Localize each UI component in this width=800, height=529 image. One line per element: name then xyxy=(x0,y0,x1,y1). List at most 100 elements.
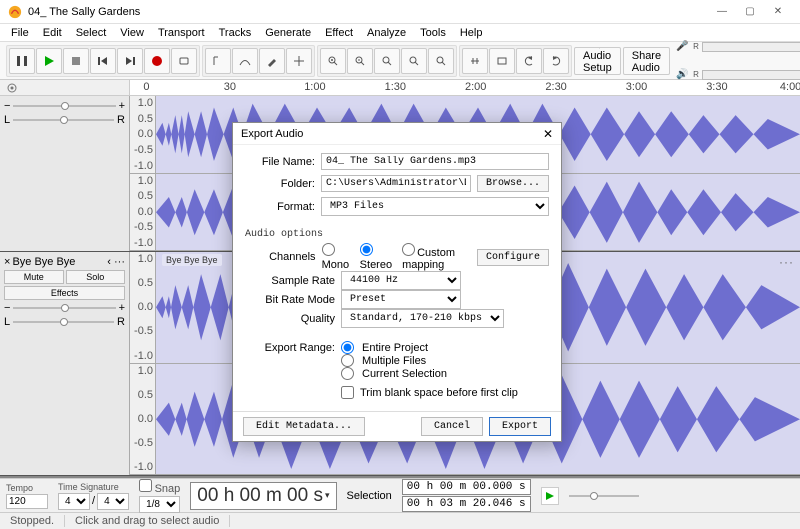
app-logo-icon xyxy=(8,5,22,19)
gain-slider-2[interactable] xyxy=(13,307,115,309)
selection-tool[interactable] xyxy=(205,48,231,74)
timeline-gutter xyxy=(0,80,130,95)
trim-button[interactable] xyxy=(462,48,488,74)
gain-minus: − xyxy=(4,100,10,112)
toolbar: Audio Setup Share Audio 🎤 R ↻ 🔊 R ↻ xyxy=(0,42,800,80)
transport-group xyxy=(6,45,200,77)
track-1: − + L R 1.00.50.0-0.5-1.0 1.00.50.0-0.5-1.… xyxy=(0,96,800,252)
envelope-tool[interactable] xyxy=(232,48,258,74)
zoom-toggle-button[interactable] xyxy=(428,48,454,74)
track-2: × Bye Bye Bye ‹ ··· Mute Solo Effects −+… xyxy=(0,252,800,476)
scale-2l: 1.00.50.0-0.5-1.0 xyxy=(130,252,156,363)
menu-file[interactable]: File xyxy=(4,25,36,41)
effects-button[interactable]: Effects xyxy=(4,286,125,300)
play-at-speed-button[interactable] xyxy=(541,487,559,505)
snap-label: Snap xyxy=(155,483,181,495)
selection-label: Selection xyxy=(347,490,392,502)
menu-edit[interactable]: Edit xyxy=(36,25,69,41)
scale-1r: 1.00.50.0-0.5-1.0 xyxy=(130,174,156,251)
pan-left: L xyxy=(4,114,10,126)
titlebar: 04_ The Sally Gardens — ▢ ✕ xyxy=(0,0,800,24)
minimize-button[interactable]: — xyxy=(708,6,736,17)
skip-start-button[interactable] xyxy=(90,48,116,74)
main-timecode[interactable]: 00 h 00 m 00 s▾ xyxy=(190,482,336,510)
bottom-bar: Tempo Time Signature 4 / 4 Snap 1/8 00 h… xyxy=(0,478,800,512)
playback-meter[interactable] xyxy=(702,70,800,80)
tools-group xyxy=(202,45,315,77)
timesig-label: Time Signature xyxy=(58,482,129,492)
skip-end-button[interactable] xyxy=(117,48,143,74)
selection-start[interactable]: 00 h 00 m 00.000 s xyxy=(402,479,531,495)
mic-icon: 🎤 xyxy=(676,41,690,52)
silence-button[interactable] xyxy=(489,48,515,74)
fit-selection-button[interactable] xyxy=(374,48,400,74)
clip-name[interactable]: Bye Bye Bye xyxy=(162,254,222,266)
menu-effect[interactable]: Effect xyxy=(318,25,360,41)
pan-slider-1[interactable] xyxy=(13,119,114,121)
tracks-area: − + L R 1.00.50.0-0.5-1.0 1.00.50.0-0.5-1.… xyxy=(0,96,800,478)
gain-slider-1[interactable] xyxy=(13,105,115,107)
loop-button[interactable] xyxy=(171,48,197,74)
play-button[interactable] xyxy=(36,48,62,74)
gear-icon[interactable] xyxy=(6,82,18,94)
pause-button[interactable] xyxy=(9,48,35,74)
mute-button[interactable]: Mute xyxy=(4,270,64,284)
track-2-title: Bye Bye Bye xyxy=(12,256,75,268)
selection-end[interactable]: 00 h 03 m 20.046 s xyxy=(402,496,531,512)
solo-button[interactable]: Solo xyxy=(66,270,126,284)
scale-1l: 1.00.50.0-0.5-1.0 xyxy=(130,96,156,173)
share-icon xyxy=(639,48,653,49)
snap-checkbox[interactable] xyxy=(139,479,152,492)
maximize-button[interactable]: ▢ xyxy=(736,6,764,17)
clip-menu-icon[interactable]: ··· xyxy=(779,255,794,269)
track-1-head: − + L R xyxy=(0,96,130,251)
menu-analyze[interactable]: Analyze xyxy=(360,25,413,41)
status-stopped: Stopped. xyxy=(0,515,65,527)
status-hint: Click and drag to select audio xyxy=(65,515,230,527)
ruler[interactable]: 0 30 1:00 1:30 2:00 2:30 3:00 3:30 4:00 xyxy=(130,80,800,95)
tempo-label: Tempo xyxy=(6,483,48,493)
menu-transport[interactable]: Transport xyxy=(151,25,212,41)
tempo-input[interactable] xyxy=(6,494,48,509)
track-1-wave[interactable]: 1.00.50.0-0.5-1.0 1.00.50.0-0.5-1.0 xyxy=(130,96,800,251)
timesig-den[interactable]: 4 xyxy=(97,493,129,510)
zoom-out-button[interactable] xyxy=(347,48,373,74)
menu-help[interactable]: Help xyxy=(453,25,490,41)
zoom-in-button[interactable] xyxy=(320,48,346,74)
fit-project-button[interactable] xyxy=(401,48,427,74)
track-close-icon[interactable]: × xyxy=(4,256,10,268)
audio-setup-button[interactable]: Audio Setup xyxy=(574,47,621,75)
window-title: 04_ The Sally Gardens xyxy=(28,6,708,18)
record-button[interactable] xyxy=(144,48,170,74)
gain-plus: + xyxy=(119,100,125,112)
close-window-button[interactable]: ✕ xyxy=(764,6,792,17)
rec-meter-label: R xyxy=(693,42,699,51)
stop-button[interactable] xyxy=(63,48,89,74)
play-meter-label: R xyxy=(693,70,699,79)
track-2-wave[interactable]: Bye Bye Bye ··· 1.00.50.0-0.5-1.0 1.00.5… xyxy=(130,252,800,475)
track-2-head: × Bye Bye Bye ‹ ··· Mute Solo Effects −+… xyxy=(0,252,130,475)
record-meter[interactable] xyxy=(702,42,800,52)
menu-view[interactable]: View xyxy=(113,25,151,41)
redo-button[interactable] xyxy=(543,48,569,74)
pan-slider-2[interactable] xyxy=(13,321,114,323)
track-menu-icon[interactable]: ‹ ··· xyxy=(107,256,125,268)
menu-tools[interactable]: Tools xyxy=(413,25,453,41)
undo-button[interactable] xyxy=(516,48,542,74)
edit-group xyxy=(459,45,572,77)
zoom-group xyxy=(317,45,457,77)
statusbar: Stopped. Click and drag to select audio xyxy=(0,512,800,529)
timesig-num[interactable]: 4 xyxy=(58,493,90,510)
timeline: 0 30 1:00 1:30 2:00 2:30 3:00 3:30 4:00 xyxy=(0,80,800,96)
playback-speed-slider[interactable] xyxy=(569,495,639,497)
menu-select[interactable]: Select xyxy=(69,25,114,41)
draw-tool[interactable] xyxy=(259,48,285,74)
share-audio-button[interactable]: Share Audio xyxy=(623,47,670,75)
speaker-icon xyxy=(590,48,604,49)
menu-generate[interactable]: Generate xyxy=(258,25,318,41)
speaker-out-icon: 🔊 xyxy=(676,69,690,80)
snap-select[interactable]: 1/8 xyxy=(139,496,180,513)
menu-tracks[interactable]: Tracks xyxy=(212,25,259,41)
multi-tool[interactable] xyxy=(286,48,312,74)
pan-right: R xyxy=(117,114,125,126)
